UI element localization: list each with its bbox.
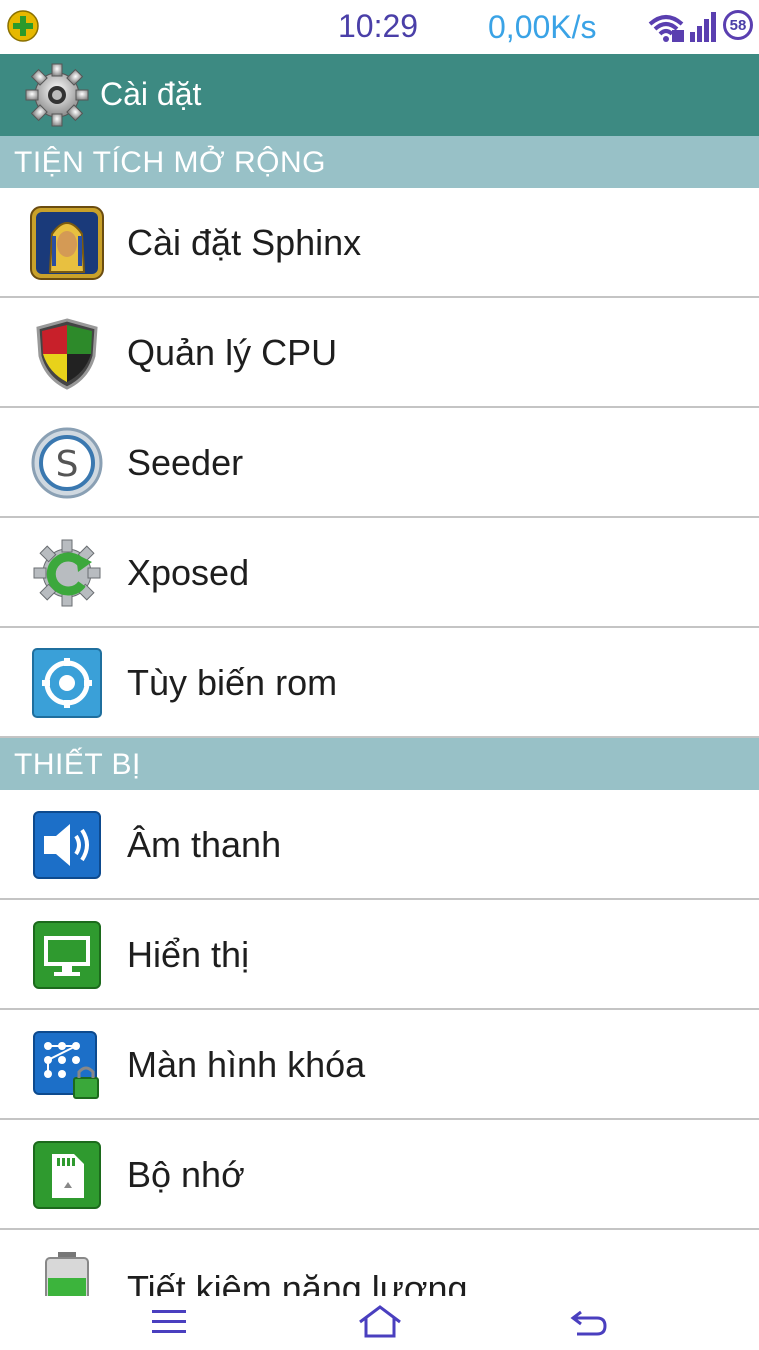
item-label: Seeder <box>127 442 244 483</box>
menu-icon[interactable] <box>149 1304 189 1340</box>
xposed-icon <box>33 539 101 607</box>
display-icon <box>33 921 101 989</box>
item-label: Hiển thị <box>127 934 250 975</box>
svg-text:S: S <box>56 444 79 485</box>
section-header-device: THIẾT BỊ <box>0 738 759 790</box>
add-icon <box>7 10 39 42</box>
wifi-icon <box>648 15 684 42</box>
item-label: Xposed <box>127 552 250 593</box>
item-label: Bộ nhớ <box>127 1154 245 1195</box>
list-item-storage[interactable]: Bộ nhớ <box>0 1120 759 1230</box>
navigation-bar <box>0 1296 759 1350</box>
list-item-rom-custom[interactable]: Tùy biến rom <box>0 628 759 738</box>
lockscreen-icon <box>33 1031 99 1099</box>
rom-settings-icon <box>32 648 102 718</box>
status-time: 10:29 <box>338 8 419 44</box>
back-icon[interactable] <box>569 1304 609 1340</box>
status-bar: 10:29 0,00K/s 58 <box>0 0 759 54</box>
list-item-xposed[interactable]: Xposed <box>0 518 759 628</box>
storage-icon <box>33 1141 101 1209</box>
home-icon[interactable] <box>357 1304 403 1340</box>
item-label: Âm thanh <box>127 824 282 865</box>
section-header-label: THIẾT BỊ <box>14 748 141 781</box>
settings-gear-icon[interactable] <box>22 60 92 130</box>
item-label: Tiết kiệm năng lượng <box>127 1268 468 1296</box>
list-item-sphinx[interactable]: Cài đặt Sphinx <box>0 188 759 298</box>
page-title: Cài đặt <box>100 76 202 112</box>
list-item-seeder[interactable]: S Seeder <box>0 408 759 518</box>
seeder-icon: S <box>31 427 103 499</box>
item-label: Cài đặt Sphinx <box>127 222 362 263</box>
item-label: Tùy biến rom <box>127 662 338 703</box>
section-header-label: TIỆN TÍCH MỞ RỘNG <box>14 146 327 179</box>
list-item-lockscreen[interactable]: Màn hình khóa <box>0 1010 759 1120</box>
battery-saver-icon <box>45 1252 89 1296</box>
list-item-battery-saver[interactable]: Tiết kiệm năng lượng <box>0 1230 759 1296</box>
list-item-sound[interactable]: Âm thanh <box>0 790 759 900</box>
sphinx-icon <box>30 206 104 280</box>
item-label: Quản lý CPU <box>127 332 338 373</box>
list-item-cpu[interactable]: Quản lý CPU <box>0 298 759 408</box>
signal-icon <box>690 12 716 42</box>
net-speed: 0,00K/s <box>488 9 597 45</box>
cpu-shield-icon <box>36 318 98 390</box>
action-bar: Cài đặt <box>0 54 759 136</box>
battery-icon: 58 <box>723 10 753 40</box>
section-header-extensions: TIỆN TÍCH MỞ RỘNG <box>0 136 759 188</box>
item-label: Màn hình khóa <box>127 1044 366 1085</box>
list-item-display[interactable]: Hiển thị <box>0 900 759 1010</box>
sound-icon <box>33 811 101 879</box>
